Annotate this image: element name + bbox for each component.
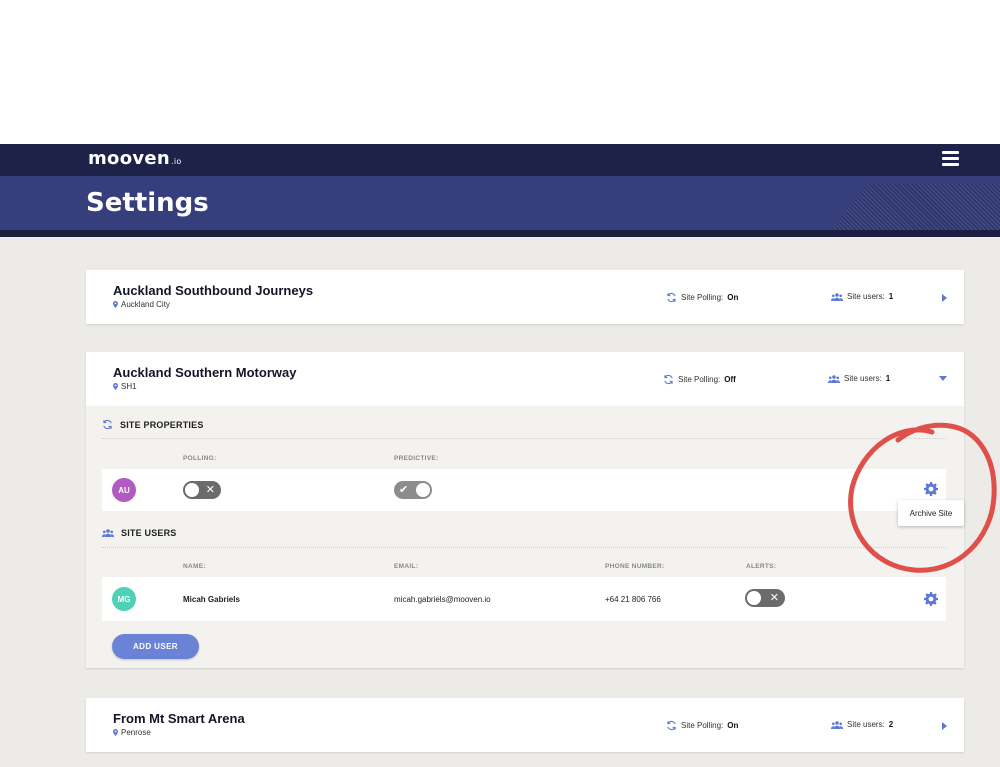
phone-column-label: PHONE NUMBER: [605,563,665,570]
site-card-auckland-southern-motorway[interactable]: Auckland Southern Motorway SH1 Site Poll… [86,352,964,668]
site-card-auckland-southbound[interactable]: Auckland Southbound Journeys Auckland Ci… [86,270,964,324]
alerts-toggle[interactable]: ✕ [745,589,785,607]
avatar: AU [112,478,136,502]
users-icon [828,374,840,383]
mooven-logo[interactable]: mooven.io [88,148,182,169]
x-icon: ✕ [205,484,215,496]
section-divider [102,438,946,439]
collapse-arrow-icon[interactable] [939,376,947,381]
site-title: Auckland Southern Motorway [113,365,297,380]
site-title: From Mt Smart Arena [113,711,245,726]
sync-icon [103,419,112,430]
site-title: Auckland Southbound Journeys [113,283,314,298]
hamburger-menu-icon[interactable] [942,151,959,166]
sync-icon [667,720,676,731]
site-polling-status: Site Polling: On [666,292,738,303]
site-location: Penrose [113,728,151,737]
site-polling-status: Site Polling: Off [663,374,736,385]
check-icon: ✔ [399,484,409,496]
avatar: MG [112,587,136,611]
top-nav-bar: mooven.io [0,144,1000,176]
page-banner: Settings [0,176,1000,230]
predictive-toggle[interactable]: ✔ [394,481,432,499]
site-properties-heading: SITE PROPERTIES [102,419,204,430]
site-users-count: Site users: 1 [828,374,890,383]
site-details-panel: SITE PROPERTIES POLLING: PREDICTIVE: AU … [86,406,964,668]
polling-column-label: POLLING: [183,455,217,462]
site-location: Auckland City [113,300,170,309]
table-row: MG Micah Gabriels micah.gabriels@mooven.… [102,577,946,621]
archive-site-tooltip[interactable]: Archive Site [898,500,964,526]
settings-content: Auckland Southbound Journeys Auckland Ci… [0,237,1000,767]
banner-divider [0,230,1000,237]
sync-icon [664,374,673,385]
user-name: Micah Gabriels [183,595,240,604]
x-icon: ✕ [769,592,779,604]
site-users-count: Site users: 1 [831,292,893,301]
sync-icon [667,292,676,303]
alerts-column-label: ALERTS: [746,563,777,570]
site-properties-row: AU ✕ ✔ [102,469,946,511]
predictive-column-label: PREDICTIVE: [394,455,439,462]
gear-icon[interactable] [924,482,938,496]
user-email[interactable]: micah.gabriels@mooven.io [394,595,491,604]
site-users-count: Site users: 2 [831,720,893,729]
location-pin-icon [113,729,118,736]
expand-arrow-icon[interactable] [942,294,947,302]
users-icon [831,292,843,301]
banner-texture [825,184,1000,230]
users-icon [831,720,843,729]
expand-arrow-icon[interactable] [942,722,947,730]
site-card-mt-smart-arena[interactable]: From Mt Smart Arena Penrose Site Polling… [86,698,964,752]
site-users-heading: SITE USERS [102,528,177,538]
email-column-label: EMAIL: [394,563,419,570]
site-location: SH1 [113,382,137,391]
user-phone: +64 21 806 766 [605,595,661,604]
location-pin-icon [113,383,118,390]
name-column-label: NAME: [183,563,206,570]
section-divider [102,547,946,548]
page-title: Settings [86,188,209,218]
users-icon [102,529,114,537]
polling-toggle[interactable]: ✕ [183,481,221,499]
gear-icon[interactable] [924,592,938,606]
site-polling-status: Site Polling: On [666,720,738,731]
add-user-button[interactable]: ADD USER [112,634,199,659]
location-pin-icon [113,301,118,308]
